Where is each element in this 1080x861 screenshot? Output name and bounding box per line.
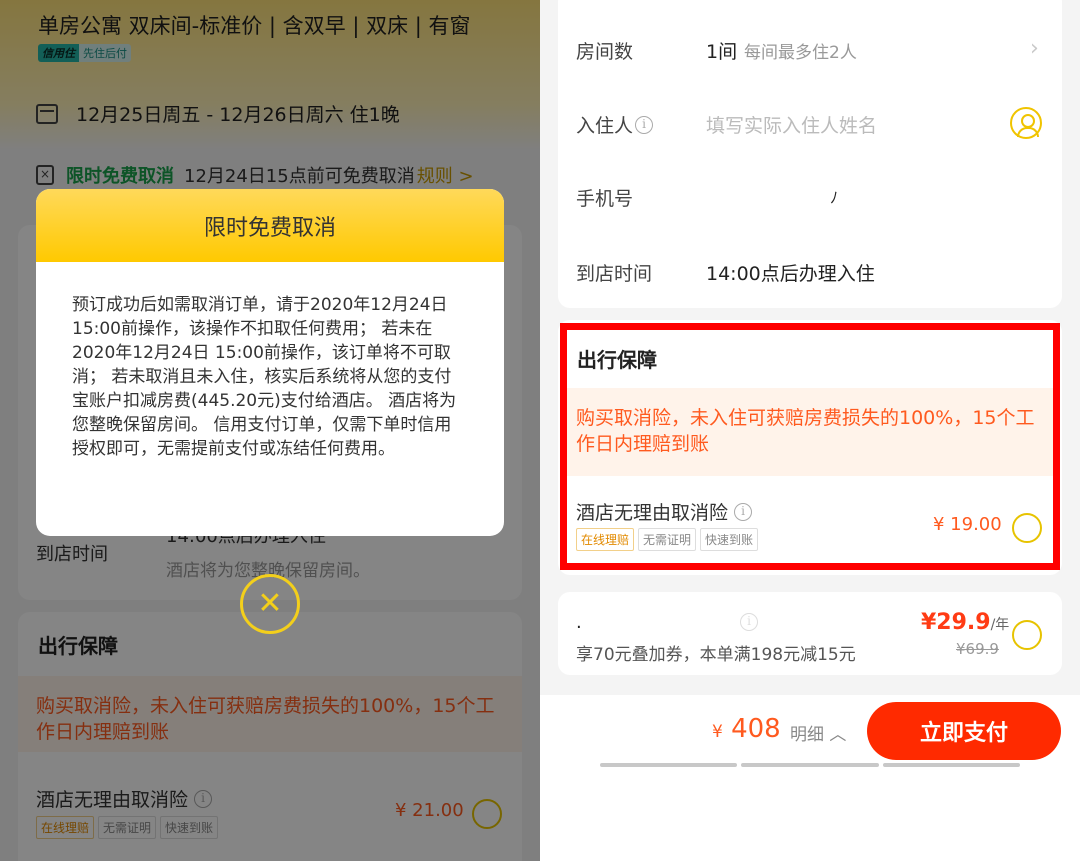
left-panel: 单房公寓 双床间-标准价 | 含双早 | 双床 | 有窗 信用住 先住后付 12… xyxy=(0,0,540,861)
indicator-segment xyxy=(741,763,879,767)
screenshot-root: 单房公寓 双床间-标准价 | 含双早 | 双床 | 有窗 信用住 先住后付 12… xyxy=(0,0,1080,861)
membership-name: . xyxy=(576,612,582,633)
bottom-indicator xyxy=(600,763,1020,767)
membership-price-unit: /年 xyxy=(990,617,1010,633)
membership-desc: 享70元叠加券，本单满198元减15元 xyxy=(576,645,856,665)
info-icon[interactable]: i xyxy=(740,613,758,631)
rooms-label: 房间数 xyxy=(576,41,634,63)
info-icon[interactable]: i xyxy=(635,115,654,134)
arrive-label: 到店时间 xyxy=(576,263,653,285)
membership-radio[interactable] xyxy=(1012,620,1042,650)
guest-label-row: 入住人 i xyxy=(576,111,654,138)
modal-title: 限时免费取消 xyxy=(36,189,504,262)
total-currency: ¥ xyxy=(712,722,723,742)
indicator-segment xyxy=(882,763,1020,767)
membership-price-value: ¥29.9 xyxy=(921,610,991,635)
guest-input[interactable]: 填写实际入住人姓名 xyxy=(706,111,877,138)
phone-input[interactable]: ﾉ xyxy=(830,184,838,208)
phone-label: 手机号 xyxy=(576,188,634,210)
membership-old-price: ¥69.9 xyxy=(956,640,999,658)
membership-price: ¥29.9/年 xyxy=(921,610,1009,635)
close-icon[interactable]: ✕ xyxy=(240,574,300,634)
chevron-right-icon[interactable]: › xyxy=(1030,36,1039,61)
total-price-value: 408 xyxy=(731,714,781,744)
modal-body: 预订成功后如需取消订单，请于2020年12月24日 15:00前操作，该操作不扣… xyxy=(72,295,457,459)
highlight-box xyxy=(560,323,1060,570)
pay-now-button[interactable]: 立即支付 xyxy=(867,702,1061,760)
arrive-value[interactable]: 14:00点后办理入住 xyxy=(706,259,875,286)
guest-label: 入住人 xyxy=(576,115,634,137)
rooms-value[interactable]: 1间 xyxy=(706,37,737,64)
rooms-hint: 每间最多住2人 xyxy=(744,43,857,63)
total-price: ¥ 408 xyxy=(712,714,781,744)
right-panel: 房间数 1间 每间最多住2人 › 入住人 i 填写实际入住人姓名 手机号 ﾉ 到… xyxy=(540,0,1080,861)
price-detail-link[interactable]: 明细 ︿ xyxy=(790,720,846,745)
cancel-policy-modal: 限时免费取消 预订成功后如需取消订单，请于2020年12月24日 15:00前操… xyxy=(36,189,504,536)
contact-icon[interactable] xyxy=(1010,107,1042,139)
indicator-segment xyxy=(600,763,738,767)
